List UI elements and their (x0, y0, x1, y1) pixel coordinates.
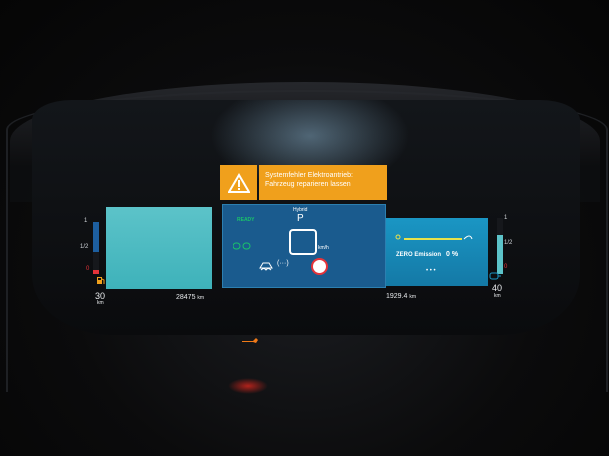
battery-gauge (497, 218, 503, 274)
warning-line-1: Systemfehler Elektroantrieb: (265, 172, 353, 179)
battery-gauge-fill (497, 235, 503, 274)
speed-unit: km/h (318, 245, 329, 251)
center-display-panel: READY Hybrid P km/h (···) (222, 204, 386, 288)
fuel-pump-icon (97, 277, 105, 284)
lights-icon (233, 242, 251, 250)
traction-warning-icon (259, 262, 273, 271)
fuel-gauge-upper (93, 222, 99, 252)
trip-value: 1929.4 (386, 293, 408, 300)
ready-indicator: READY (237, 217, 255, 223)
warning-icon-box (220, 165, 257, 200)
speed-limit-sign-icon (311, 258, 328, 275)
electric-range-unit: km (494, 293, 501, 299)
cruise-control-icon: (···) (277, 260, 289, 267)
warning-line-2: Fahrzeug reparieren lassen (265, 181, 351, 188)
left-display-panel (106, 207, 212, 289)
red-indicator-glow (228, 378, 268, 394)
trip-meter: 1929.4 km (386, 293, 416, 300)
zero-emission-value: 0 % (446, 251, 459, 258)
gear-indicator: P (297, 213, 304, 224)
electric-range-value: 40 (492, 283, 503, 293)
energy-flow-icon (395, 234, 473, 240)
fuel-gauge (93, 222, 99, 274)
fuel-gauge-fill (93, 270, 99, 274)
battery-gauge-bottom-label: 0 (504, 264, 508, 270)
fuel-gauge-half-label: 1/2 (80, 244, 89, 250)
page-dots: • • • (426, 268, 436, 274)
warning-triangle-icon (227, 172, 250, 193)
right-display-panel: ZERO Emission 0 % • • • (386, 218, 488, 286)
warning-message: Systemfehler Elektroantrieb: Fahrzeug re… (259, 165, 387, 200)
odometer-unit: km (197, 295, 205, 301)
wrench-service-icon (242, 338, 258, 343)
trip-unit: km (409, 294, 417, 300)
odometer-value: 28475 (176, 294, 196, 301)
zero-emission-label: ZERO Emission (396, 252, 442, 258)
battery-gauge-top-label: 1 (504, 215, 508, 221)
fuel-gauge-bottom-label: 0 (86, 266, 90, 272)
charging-plug-icon (489, 272, 501, 280)
fuel-range-unit: km (97, 300, 104, 306)
battery-gauge-half-label: 1/2 (504, 240, 513, 246)
fuel-gauge-top-label: 1 (84, 218, 88, 224)
odometer: 28475 km (176, 294, 204, 301)
speed-display-frame (289, 229, 317, 255)
